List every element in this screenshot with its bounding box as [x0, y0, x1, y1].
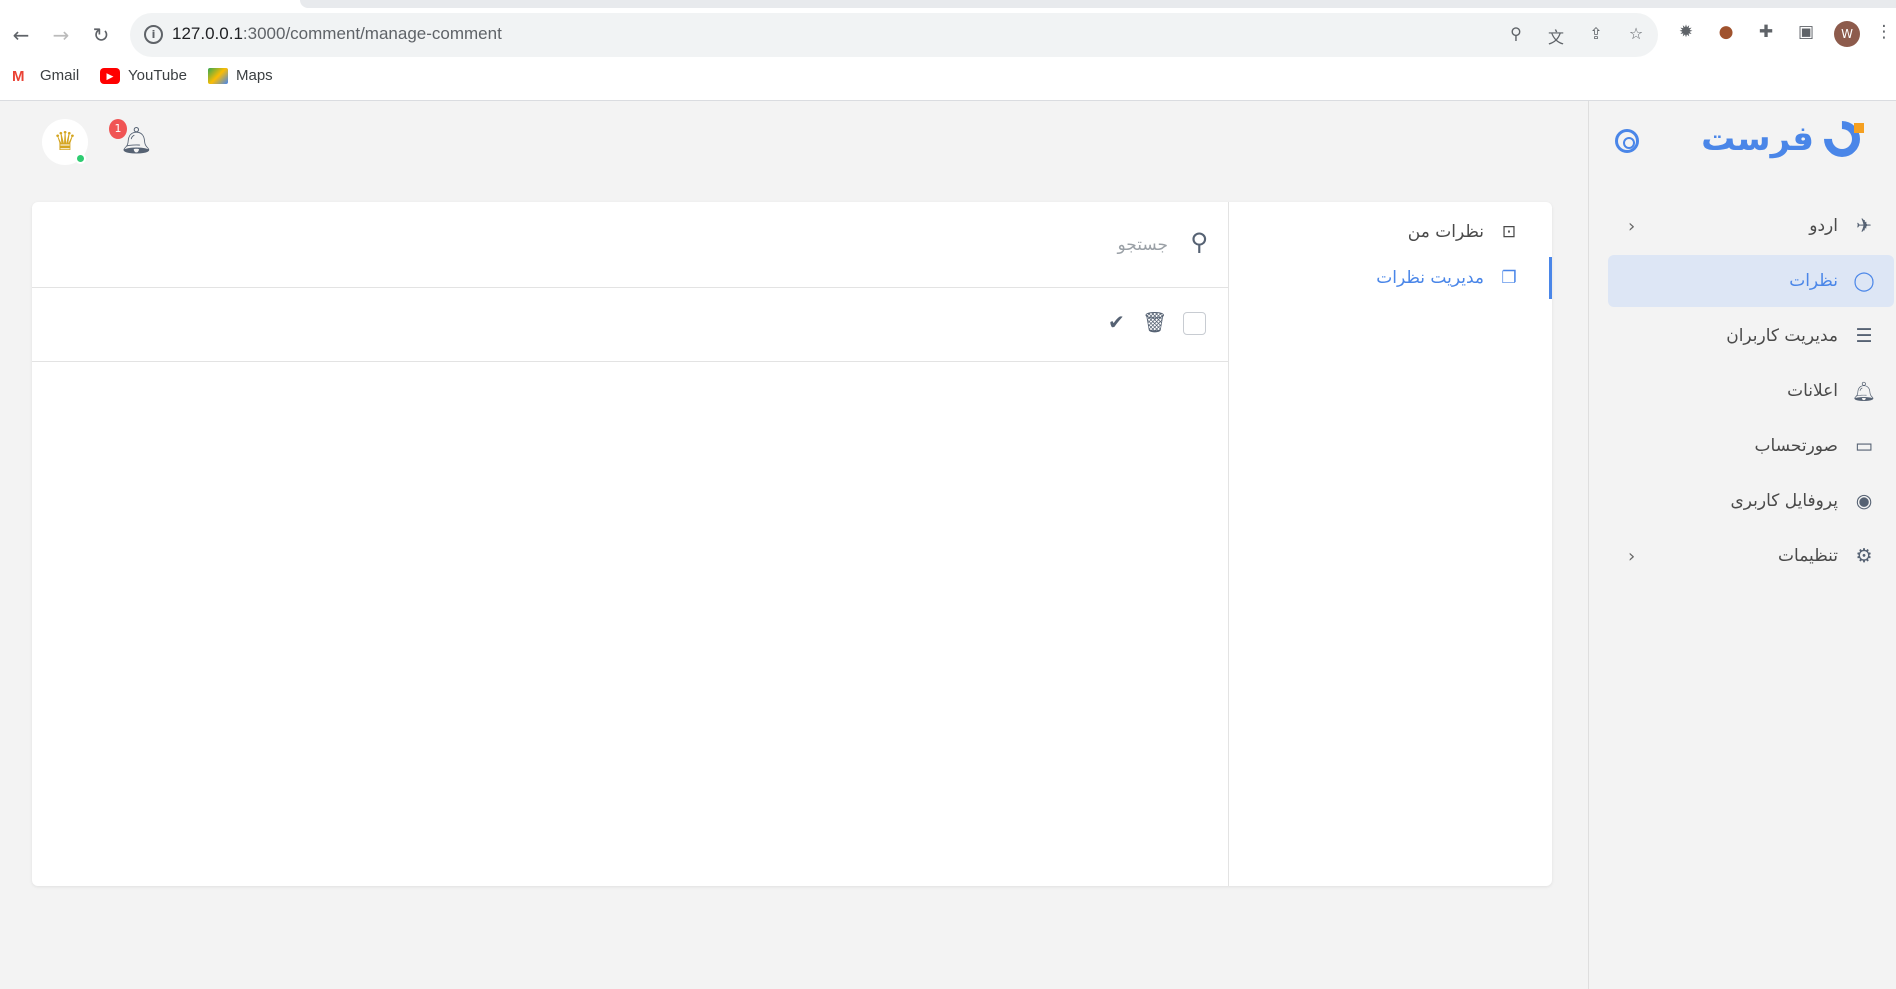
bookmark-star-icon[interactable]: ☆: [1626, 24, 1646, 44]
comments-submenu: ⊡ نظرات من ❐ مدیریت نظرات: [1228, 202, 1552, 886]
chevron-left-icon: ‹: [1628, 545, 1636, 567]
zoom-search-icon[interactable]: ⚲: [1506, 24, 1526, 44]
delete-trash-icon[interactable]: 🗑︎: [1142, 310, 1167, 334]
submenu-manage-comments[interactable]: ❐ مدیریت نظرات: [1229, 257, 1552, 299]
gmail-icon: M: [12, 67, 25, 85]
profile-avatar[interactable]: W: [1834, 21, 1860, 47]
comments-card: ⚲ 🗑︎ ✔︎ ⊡نظرات من ❐مدیریت نظرات: [32, 202, 1552, 886]
notification-badge: 1: [109, 119, 127, 139]
sidebar-item-comments[interactable]: ◯ نظرات: [1608, 255, 1894, 307]
chats-icon: ❐: [1501, 268, 1517, 288]
url-path: :3000/comment/manage-comment: [242, 24, 502, 43]
crown-icon: ♛: [53, 127, 77, 157]
user-avatar[interactable]: ♛: [42, 119, 88, 165]
cookie-extension-icon[interactable]: ●: [1714, 22, 1738, 46]
search-input[interactable]: [768, 228, 1168, 262]
side-panel-icon[interactable]: ▣: [1794, 22, 1818, 46]
sidebar-item-profile[interactable]: ◉ پروفایل کاربری: [1608, 475, 1894, 527]
share-icon[interactable]: ⇪: [1586, 24, 1606, 44]
bookmark-gmail[interactable]: M Gmail: [12, 67, 79, 85]
sidebar-item-notifications[interactable]: 🔔︎ اعلانات: [1608, 365, 1894, 417]
sidebar-item-user-management[interactable]: ☰ مدیریت کاربران: [1608, 310, 1894, 362]
youtube-icon: ▶: [100, 67, 120, 84]
logo-accent: [1854, 123, 1864, 133]
maps-icon: [208, 67, 228, 84]
bookmark-maps[interactable]: Maps: [208, 67, 273, 84]
select-all-checkbox[interactable]: [1183, 312, 1206, 335]
logo[interactable]: فرست: [1701, 113, 1868, 165]
plane-icon: ✈: [1856, 215, 1872, 237]
chat-bubble-icon: ◯: [1853, 270, 1875, 292]
back-button[interactable]: ←: [8, 22, 34, 48]
sidebar-item-urdu[interactable]: ✈ اردو ‹: [1608, 200, 1894, 252]
forward-button[interactable]: →: [48, 22, 74, 48]
chat-dots-icon: ⊡: [1501, 222, 1517, 242]
browser-chrome: ← → ↻ i 127.0.0.1:3000/comment/manage-co…: [0, 0, 1896, 101]
extension-gear-icon[interactable]: ✹: [1674, 22, 1698, 46]
user-list-icon: ☰: [1855, 325, 1873, 347]
address-bar[interactable]: i 127.0.0.1:3000/comment/manage-comment …: [130, 13, 1658, 57]
logo-mark-icon: [1816, 113, 1868, 165]
online-status-dot: [75, 153, 86, 164]
extensions-puzzle-icon[interactable]: ✚: [1754, 22, 1778, 46]
tab-strip: [300, 0, 1896, 8]
site-info-icon[interactable]: i: [144, 25, 163, 44]
gear-icon: ⚙: [1855, 545, 1873, 567]
search-icon[interactable]: ⚲: [1190, 228, 1208, 256]
bulk-actions-row: 🗑︎ ✔︎: [32, 288, 1228, 362]
bookmark-youtube[interactable]: ▶ YouTube: [100, 67, 187, 84]
user-circle-icon: ◉: [1855, 490, 1873, 512]
bell-icon: 🔔︎: [1851, 380, 1876, 403]
sidebar-item-invoices[interactable]: ▭ صورتحساب: [1608, 420, 1894, 472]
search-bar: ⚲: [32, 202, 1228, 288]
chevron-left-icon: ‹: [1628, 215, 1636, 237]
sidebar-item-settings[interactable]: ⚙ تنظیمات ‹: [1608, 530, 1894, 582]
sidebar-toggle-button[interactable]: [1615, 129, 1639, 153]
submenu-my-comments[interactable]: ⊡ نظرات من: [1229, 207, 1552, 257]
menu-kebab-icon[interactable]: ⋮: [1872, 22, 1896, 46]
translate-icon[interactable]: ⽂: [1546, 24, 1566, 47]
reload-button[interactable]: ↻: [88, 22, 114, 48]
sidebar: فرست ✈ اردو ‹ ◯ نظرات ☰ مدیریت کاربران 🔔︎ اعل…: [1588, 101, 1896, 989]
approve-comment-icon[interactable]: ✔︎: [1108, 310, 1125, 334]
credit-card-icon: ▭: [1855, 435, 1873, 457]
url-host: 127.0.0.1: [172, 24, 243, 43]
